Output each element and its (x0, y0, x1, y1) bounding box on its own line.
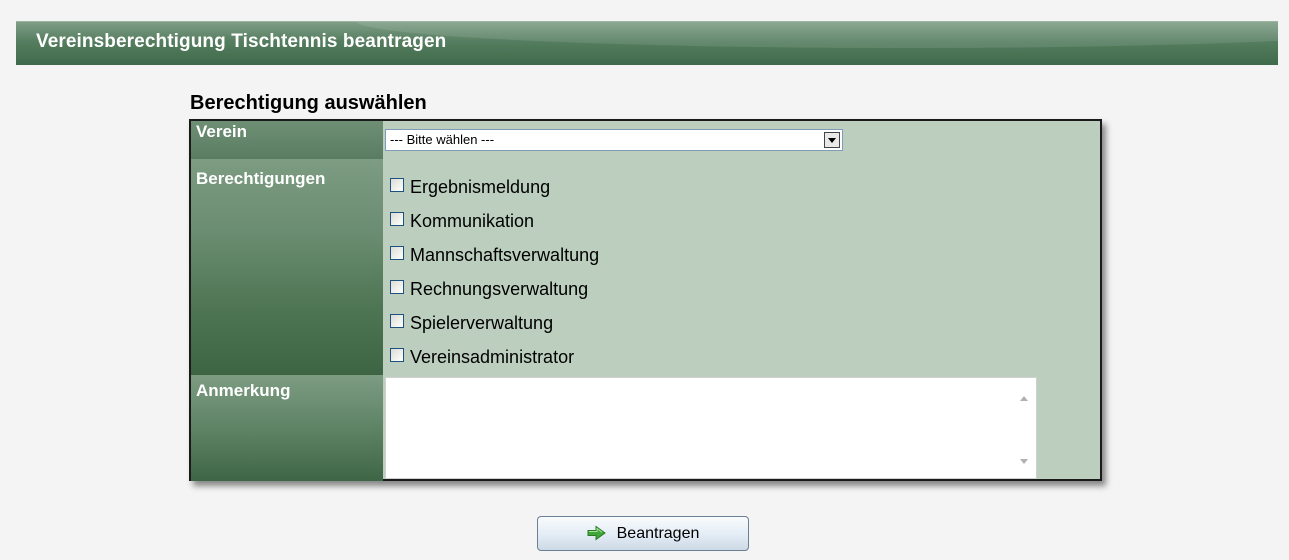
berechtigungen-label: Berechtigungen (191, 159, 383, 375)
scroll-down-icon[interactable] (1020, 459, 1028, 464)
checkbox-spielerverwaltung[interactable] (390, 314, 404, 328)
permission-option[interactable]: Ergebnismeldung (390, 170, 599, 204)
checkbox-label: Ergebnismeldung (410, 176, 551, 197)
checkbox-label: Vereinsadministrator (410, 346, 575, 367)
verein-label: Verein (191, 121, 383, 159)
page-title: Vereinsberechtigung Tischtennis beantrag… (36, 31, 447, 52)
permission-option[interactable]: Kommunikation (390, 204, 599, 238)
beantragen-label: Beantragen (616, 524, 700, 542)
verein-select-value: --- Bitte wählen --- (390, 132, 495, 147)
anmerkung-label: Anmerkung (191, 375, 383, 481)
checkbox-kommunikation[interactable] (390, 212, 404, 226)
anmerkung-textarea[interactable] (385, 377, 1037, 479)
permission-option[interactable]: Rechnungsverwaltung (390, 272, 599, 306)
checkbox-ergebnismeldung[interactable] (390, 178, 404, 192)
checkbox-label: Spielerverwaltung (410, 312, 554, 333)
checkbox-label: Mannschaftsverwaltung (410, 244, 600, 265)
chevron-down-icon[interactable] (824, 132, 840, 148)
checkbox-mannschaftsverwaltung[interactable] (390, 246, 404, 260)
verein-select[interactable]: --- Bitte wählen --- (385, 129, 843, 151)
permission-form: Verein Berechtigungen Anmerkung --- Bitt… (189, 119, 1102, 481)
checkbox-rechnungsverwaltung[interactable] (390, 280, 404, 294)
arrow-right-icon (587, 525, 606, 540)
permission-option[interactable]: Mannschaftsverwaltung (390, 238, 599, 272)
beantragen-button[interactable]: Beantragen (537, 516, 749, 551)
page-header: Vereinsberechtigung Tischtennis beantrag… (16, 21, 1278, 65)
checkbox-label: Kommunikation (410, 210, 535, 231)
label-column: Verein Berechtigungen Anmerkung (191, 121, 383, 481)
scroll-up-icon[interactable] (1020, 396, 1028, 401)
section-heading: Berechtigung auswählen (190, 92, 427, 114)
checkbox-label: Rechnungsverwaltung (410, 278, 589, 299)
permission-option[interactable]: Vereinsadministrator (390, 340, 599, 374)
permission-option[interactable]: Spielerverwaltung (390, 306, 599, 340)
permission-checkbox-list: Ergebnismeldung Kommunikation Mannschaft… (390, 170, 599, 374)
checkbox-vereinsadministrator[interactable] (390, 348, 404, 362)
